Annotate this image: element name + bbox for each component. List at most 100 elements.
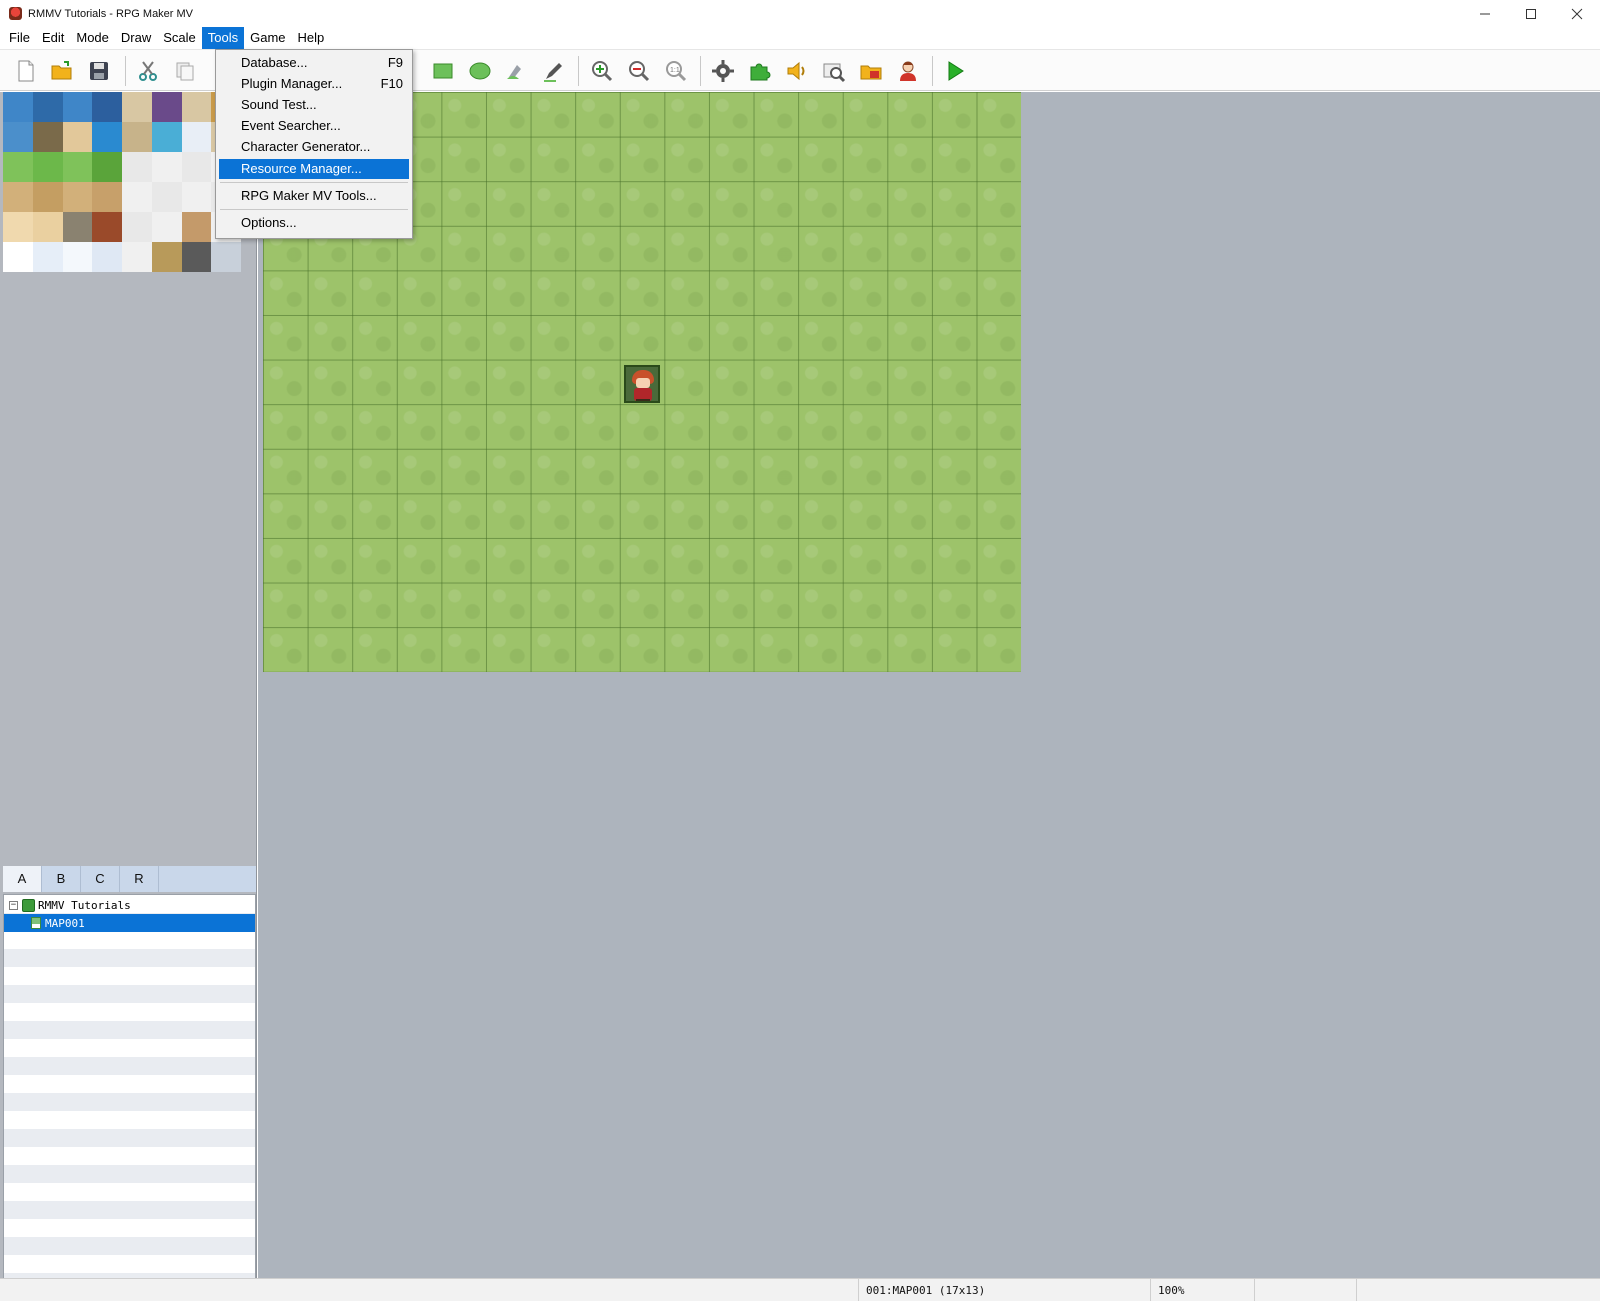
tile-water[interactable] (62, 92, 93, 122)
menu-item-character-generator[interactable]: Character Generator... (219, 137, 409, 157)
toolbar-separator (578, 56, 579, 86)
save-project-button[interactable] (85, 57, 113, 85)
maximize-button[interactable] (1508, 0, 1554, 27)
tile-rock[interactable] (181, 92, 212, 122)
playtest-button[interactable] (941, 57, 969, 85)
tree-map-row[interactable]: MAP001 (4, 914, 255, 932)
tile-snow[interactable] (62, 242, 93, 272)
tile-sand[interactable] (3, 212, 33, 242)
tile-snow-drift[interactable] (32, 242, 63, 272)
tab-b[interactable]: B (42, 866, 81, 892)
sound-test-button[interactable] (783, 57, 811, 85)
tile-poison[interactable] (151, 92, 182, 122)
event-searcher-button[interactable] (820, 57, 848, 85)
menu-draw[interactable]: Draw (115, 27, 157, 49)
tile-bush[interactable] (92, 152, 122, 182)
menu-item-plugin-manager[interactable]: Plugin Manager... F10 (219, 74, 409, 94)
tile-cobble[interactable] (62, 212, 93, 242)
actual-size-button[interactable]: 1:1 (662, 57, 690, 85)
zoom-out-button[interactable] (625, 57, 653, 85)
ellipse-tool-button[interactable] (466, 57, 494, 85)
tile-dirt[interactable] (62, 182, 93, 212)
menu-edit[interactable]: Edit (36, 27, 70, 49)
tile-ocean[interactable] (92, 92, 122, 122)
left-panel: A B C R − RMMV Tutorials MAP001 (0, 92, 257, 1301)
menu-scale[interactable]: Scale (157, 27, 202, 49)
tile-grass[interactable] (3, 152, 33, 182)
cut-button[interactable] (134, 57, 162, 85)
tile-tree[interactable] (122, 152, 152, 182)
zoom-in-button[interactable] (588, 57, 616, 85)
tile-pine[interactable] (151, 152, 182, 182)
close-button[interactable] (1554, 0, 1600, 27)
database-button[interactable] (709, 57, 737, 85)
map-tree[interactable]: − RMMV Tutorials MAP001 (3, 894, 256, 1301)
resource-manager-button[interactable] (857, 57, 885, 85)
tile-grass[interactable] (62, 152, 93, 182)
tree-project-row[interactable]: − RMMV Tutorials (4, 896, 255, 914)
menu-item-database[interactable]: Database... F9 (219, 53, 409, 73)
tab-r[interactable]: R (120, 866, 159, 892)
tile-rock-gold[interactable] (151, 242, 182, 272)
tile-dark-rock[interactable] (181, 242, 212, 272)
flood-fill-tool-button[interactable] (503, 57, 531, 85)
rectangle-tool-button[interactable] (429, 57, 457, 85)
tile-rock-pile[interactable] (151, 182, 182, 212)
tile-deep-water[interactable] (32, 92, 63, 122)
tile-rock-water[interactable] (3, 122, 33, 152)
pencil-tool-button[interactable] (540, 57, 568, 85)
character-feet (636, 399, 650, 401)
menu-tools[interactable]: Tools (201, 27, 245, 49)
tile-rocks[interactable] (181, 212, 212, 242)
new-project-button[interactable] (12, 57, 40, 85)
toolbar-separator (125, 56, 126, 86)
open-project-button[interactable] (48, 57, 76, 85)
tile-grass-patch[interactable] (32, 152, 63, 182)
tile-dead-tree[interactable] (122, 182, 152, 212)
tile-boulder[interactable] (32, 122, 63, 152)
menu-item-rpg-maker-mv-tools[interactable]: RPG Maker MV Tools... (219, 186, 409, 206)
tile-dirt-dark[interactable] (92, 182, 122, 212)
tile-whirlpool[interactable] (92, 122, 122, 152)
tab-c[interactable]: C (81, 866, 120, 892)
tile-snow-plant[interactable] (122, 242, 152, 272)
tile-sapling[interactable] (122, 212, 152, 242)
tile-hill[interactable] (181, 152, 212, 182)
menu-item-event-searcher[interactable]: Event Searcher... (219, 116, 409, 136)
menu-item-options[interactable]: Options... (219, 213, 409, 233)
tile-dirt-patch[interactable] (32, 182, 63, 212)
tile-dirt[interactable] (3, 182, 33, 212)
tile-lava[interactable] (92, 212, 122, 242)
menu-file[interactable]: File (3, 27, 36, 49)
plugin-manager-button[interactable] (746, 57, 774, 85)
character-generator-button[interactable] (894, 57, 922, 85)
tile-rock[interactable] (122, 122, 152, 152)
menu-game[interactable]: Game (244, 27, 291, 49)
menu-mode[interactable]: Mode (70, 27, 115, 49)
title-bar: RMMV Tutorials - RPG Maker MV (0, 0, 1600, 27)
status-empty-cell (1356, 1279, 1600, 1301)
tile-purple-ground[interactable] (122, 92, 152, 122)
tile-sand-water[interactable] (62, 122, 93, 152)
status-bar: 001:MAP001 (17x13) 100% (0, 1278, 1600, 1301)
tile-mound[interactable] (181, 182, 212, 212)
copy-button[interactable] (171, 57, 199, 85)
tile-crystal[interactable] (151, 212, 182, 242)
status-zoom: 100% (1150, 1279, 1254, 1301)
menu-item-sound-test[interactable]: Sound Test... (219, 95, 409, 115)
menu-item-resource-manager[interactable]: Resource Manager... (219, 159, 409, 179)
tile-water[interactable] (3, 92, 33, 122)
tile-sand[interactable] (32, 212, 63, 242)
tile-snow[interactable] (3, 242, 33, 272)
minimize-button[interactable] (1462, 0, 1508, 27)
player-start-event[interactable] (624, 365, 660, 403)
collapse-icon[interactable]: − (9, 900, 18, 910)
tile-waterfall[interactable] (151, 122, 182, 152)
tileset-palette[interactable] (3, 92, 241, 272)
tileset-empty-area (3, 272, 253, 865)
tile-snow-rock[interactable] (211, 242, 241, 272)
menu-help[interactable]: Help (292, 27, 331, 49)
tile-ice[interactable] (181, 122, 212, 152)
tile-snow-mound[interactable] (92, 242, 122, 272)
tab-a[interactable]: A (3, 866, 42, 892)
